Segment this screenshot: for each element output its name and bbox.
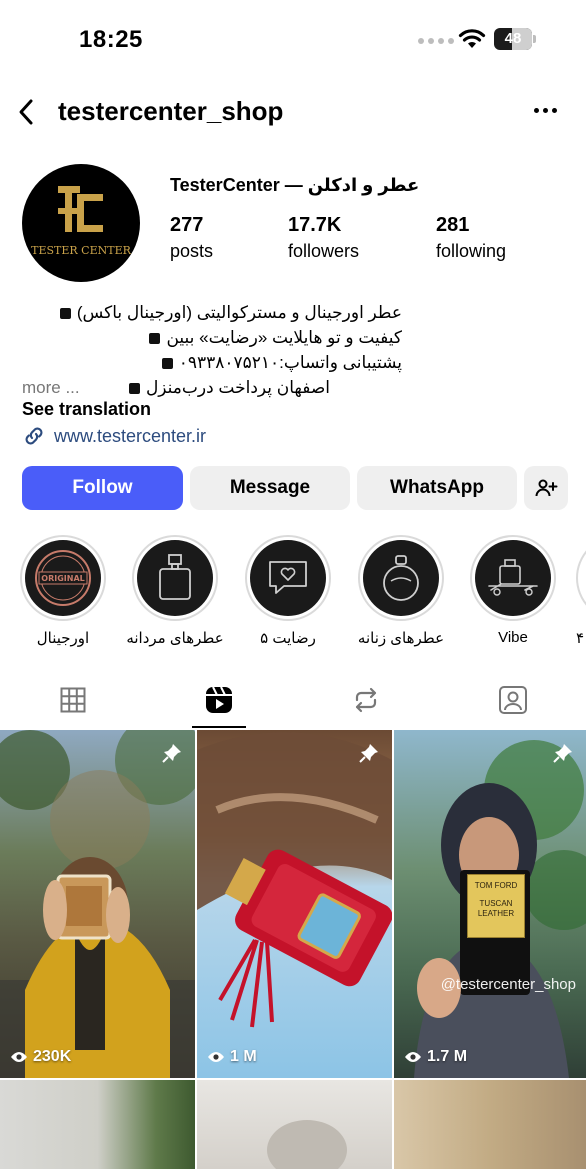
round-perfume-icon (383, 555, 419, 601)
view-count: 1.7 M (404, 1048, 467, 1066)
add-user-icon (535, 479, 558, 497)
tab-tagged[interactable] (440, 672, 586, 728)
cellular-signal-icon (418, 38, 454, 44)
see-translation-link[interactable]: See translation (22, 399, 151, 420)
battery-icon: 48 (494, 28, 536, 50)
status-time: 18:25 (79, 26, 143, 53)
highlight-mens-perfumes[interactable]: عطرهای مردانه (125, 535, 225, 647)
suggested-users-button[interactable] (524, 466, 568, 510)
website-url: www.testercenter.ir (54, 425, 207, 446)
highlight-label: رضایت ۵ (260, 630, 316, 647)
reel-thumbnail[interactable]: 1 M (197, 730, 392, 1078)
reel-thumbnail[interactable]: TOM FORD TUSCAN LEATHER @testercenter_sh… (394, 730, 586, 1078)
display-name: TesterCenter — عطر و ادکلن (170, 175, 420, 195)
profile-header: testercenter_shop (0, 90, 586, 134)
reels-icon (206, 686, 232, 713)
highlight-partial[interactable]: ۴ (576, 535, 586, 647)
highlight-original[interactable]: ORIGINAL اورجینال (13, 535, 113, 647)
stat-following[interactable]: 281 following (436, 214, 506, 262)
following-label: following (436, 241, 507, 261)
follow-button[interactable]: Follow (22, 466, 183, 510)
avatar-logo-text: TESTER CENTER (31, 244, 131, 257)
bio-line: پشتیبانی واتساپ:۰۹۳۳۸۰۷۵۲۱۰ (22, 350, 402, 375)
tab-reposts[interactable] (293, 672, 439, 728)
wifi-icon (458, 29, 486, 48)
pin-icon (553, 744, 572, 763)
eye-icon (11, 1052, 27, 1062)
view-count: 230K (10, 1048, 71, 1066)
stat-posts[interactable]: 277 posts (170, 214, 213, 262)
tab-posts[interactable] (0, 672, 146, 728)
active-tab-indicator (192, 726, 246, 728)
view-count: 1 M (207, 1048, 257, 1066)
reel-thumbnail[interactable]: 230K (0, 730, 195, 1078)
highlight-womens-perfumes[interactable]: عطرهای زنانه (351, 535, 451, 647)
eye-icon (405, 1052, 421, 1062)
posts-label: posts (170, 241, 214, 261)
profile-username: testercenter_shop (58, 96, 284, 126)
heart-chat-icon (269, 561, 307, 594)
highlight-label: ۴ (576, 630, 585, 647)
perfume-set-icon (488, 559, 538, 596)
original-stamp-icon: ORIGINAL (35, 550, 91, 606)
highlight-vibe[interactable]: Vibe (463, 535, 563, 646)
stat-followers[interactable]: 17.7K followers (288, 214, 359, 262)
profile-tabs (0, 672, 586, 728)
square-bullet-icon (149, 333, 161, 345)
highlight-satisfaction[interactable]: رضایت ۵ (238, 535, 338, 647)
highlight-label: اورجینال (36, 630, 90, 647)
reel-thumbnail[interactable] (197, 1080, 392, 1169)
status-bar: 18:25 48 (0, 0, 586, 80)
repost-icon (355, 687, 377, 713)
tagged-icon (499, 686, 527, 714)
avatar[interactable]: TESTER CENTER (22, 164, 140, 282)
highlight-label: Vibe (498, 629, 528, 646)
reel-thumbnail[interactable] (394, 1080, 586, 1169)
reel-image (197, 732, 392, 1028)
battery-level: 48 (504, 30, 522, 47)
highlight-label: عطرهای زنانه (357, 630, 445, 647)
reel-thumbnail[interactable] (0, 1080, 195, 1169)
bio-line: کیفیت و تو هایلایت «رضایت» ببین (22, 325, 402, 350)
reel-image (267, 1120, 347, 1169)
more-options-icon[interactable] (534, 108, 557, 113)
back-arrow-icon[interactable] (16, 98, 38, 126)
pin-icon (359, 744, 378, 763)
following-count: 281 (436, 214, 470, 236)
link-icon (25, 427, 43, 445)
followers-label: followers (288, 241, 360, 261)
reel-image (0, 730, 195, 1078)
bio-line: more ... اصفهان پرداخت درب‌منزل (22, 375, 402, 400)
square-bullet-icon (128, 383, 140, 395)
bio-line: عطر اورجینال و مسترکوالیتی (اورجینال باک… (22, 300, 402, 325)
square-bullet-icon (59, 308, 71, 320)
profile-bio: عطر اورجینال و مسترکوالیتی (اورجینال باک… (22, 300, 402, 400)
square-bullet-icon (161, 358, 173, 370)
original-badge-text: ORIGINAL (41, 574, 84, 583)
message-button[interactable]: Message (190, 466, 350, 510)
whatsapp-button[interactable]: WhatsApp (357, 466, 517, 510)
grid-icon (60, 687, 86, 713)
bio-more-link[interactable]: more ... (22, 375, 80, 400)
watermark-text: @testercenter_shop (440, 976, 576, 993)
followers-count: 17.7K (288, 214, 342, 236)
pin-icon (162, 744, 181, 763)
highlight-label: عطرهای مردانه (126, 630, 224, 647)
tester-center-logo: TESTER CENTER (31, 186, 132, 257)
perfume-bottle-icon (159, 554, 191, 600)
reels-grid: 230K 1 M TOM FORD TUSCAN LEATHER @tester… (0, 730, 586, 1169)
tab-reels[interactable] (146, 672, 292, 728)
posts-count: 277 (170, 214, 204, 236)
website-link[interactable]: www.testercenter.ir (22, 424, 206, 448)
eye-icon (208, 1052, 224, 1062)
perfume-label: TOM FORD TUSCAN LEATHER (467, 874, 525, 938)
